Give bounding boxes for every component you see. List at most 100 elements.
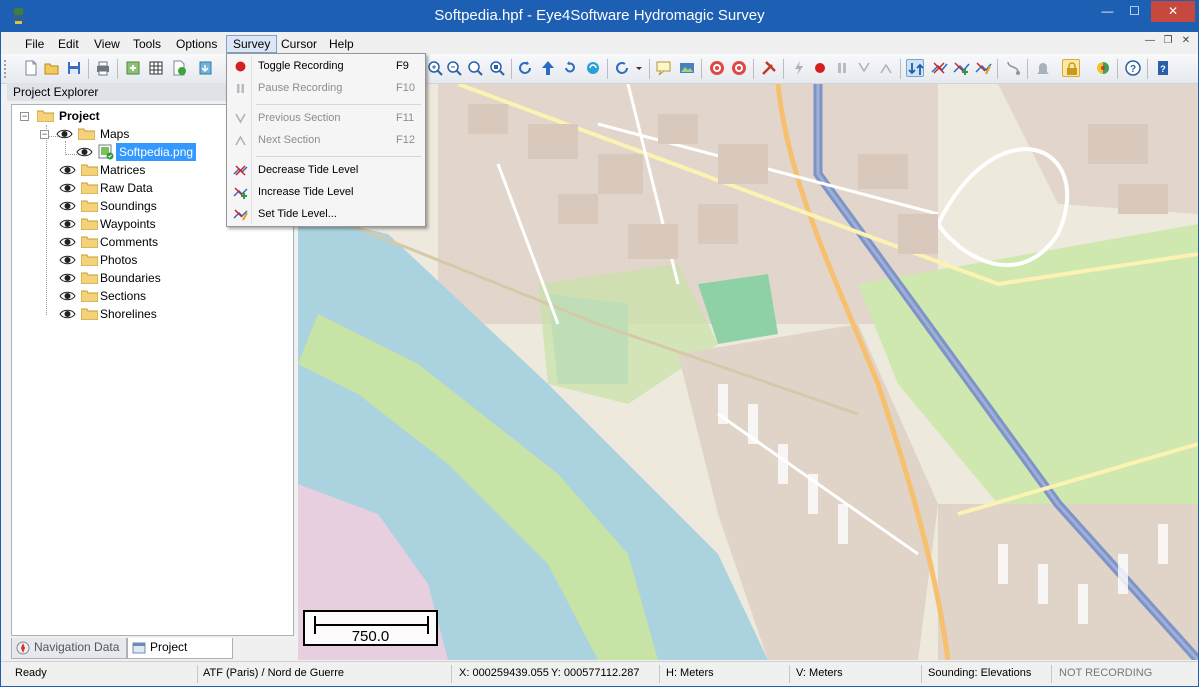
menu-item-previous-section[interactable]: Previous Section F11 xyxy=(229,108,423,129)
rotate-left-icon[interactable] xyxy=(517,59,535,77)
scale-label: 750.0 xyxy=(351,628,390,645)
maximize-button[interactable]: ☐ xyxy=(1121,1,1148,22)
folder-icon xyxy=(37,110,54,122)
tree-node-boundaries[interactable]: Boundaries xyxy=(59,269,279,287)
zoom-in-icon[interactable] xyxy=(426,59,444,77)
target2-icon[interactable] xyxy=(730,59,748,77)
set-tide-icon[interactable] xyxy=(974,59,992,77)
compass-icon xyxy=(16,641,30,655)
grid-icon[interactable] xyxy=(147,59,165,77)
tree-node-label: Shorelines xyxy=(100,307,157,321)
menu-cursor[interactable]: Cursor xyxy=(275,35,323,53)
panel-tabs: Navigation Data Project Explorer xyxy=(11,638,294,673)
menu-help[interactable]: Help xyxy=(323,35,360,53)
folder-icon xyxy=(81,254,98,266)
mdi-close-icon[interactable]: ✕ xyxy=(1179,34,1193,48)
visibility-eye-icon[interactable] xyxy=(59,254,76,266)
explorer-icon xyxy=(132,642,146,654)
tree-node-label: Soundings xyxy=(100,199,157,213)
menu-item-toggle-recording[interactable]: Toggle Recording F9 xyxy=(229,56,423,77)
tree-node-comments[interactable]: Comments xyxy=(59,233,279,251)
record-icon[interactable] xyxy=(811,59,829,77)
visibility-eye-icon[interactable] xyxy=(59,236,76,248)
print-icon[interactable] xyxy=(94,59,112,77)
open-icon[interactable] xyxy=(43,59,61,77)
menu-view[interactable]: View xyxy=(88,35,126,53)
visibility-eye-icon[interactable] xyxy=(59,308,76,320)
new-icon[interactable] xyxy=(22,59,40,77)
mdi-minimize-icon[interactable]: — xyxy=(1143,34,1157,48)
bell-icon[interactable] xyxy=(1034,59,1052,77)
zoom-out-icon[interactable] xyxy=(445,59,463,77)
visibility-eye-icon[interactable] xyxy=(59,218,76,230)
color-icon[interactable] xyxy=(1094,59,1112,77)
decrease-tide-icon xyxy=(233,165,248,176)
tree-node-shorelines[interactable]: Shorelines xyxy=(59,305,279,323)
tab-navigation-data[interactable]: Navigation Data xyxy=(11,638,127,659)
zoom-window-icon[interactable] xyxy=(488,59,506,77)
redo-dropdown-icon[interactable] xyxy=(614,59,644,77)
manual-icon[interactable]: ? xyxy=(1154,59,1172,77)
tree-node-photos[interactable]: Photos xyxy=(59,251,279,269)
increase-tide-icon[interactable] xyxy=(952,59,970,77)
menu-item-increase-tide[interactable]: Increase Tide Level xyxy=(229,182,423,203)
import-icon[interactable] xyxy=(197,59,215,77)
tools-icon[interactable] xyxy=(760,59,778,77)
visibility-eye-icon[interactable] xyxy=(59,164,76,176)
refresh-icon[interactable] xyxy=(561,59,579,77)
map-view[interactable]: 750.0 xyxy=(298,84,1198,660)
sync-icon[interactable] xyxy=(584,59,602,77)
visibility-eye-icon[interactable] xyxy=(76,146,93,158)
previous-section-icon[interactable] xyxy=(855,59,873,77)
menu-item-next-section[interactable]: Next Section F12 xyxy=(229,130,423,151)
lightning-icon[interactable] xyxy=(790,59,808,77)
lock-icon[interactable] xyxy=(1062,59,1080,77)
save-icon[interactable] xyxy=(65,59,83,77)
menu-item-decrease-tide[interactable]: Decrease Tide Level xyxy=(229,160,423,181)
decrease-tide-icon[interactable] xyxy=(930,59,948,77)
folder-icon xyxy=(81,164,98,176)
next-section-icon[interactable] xyxy=(877,59,895,77)
collapse-icon[interactable]: − xyxy=(20,112,29,121)
add-map-icon[interactable] xyxy=(124,59,142,77)
visibility-eye-icon[interactable] xyxy=(59,290,76,302)
menu-survey[interactable]: Survey xyxy=(226,35,278,53)
visibility-eye-icon[interactable] xyxy=(59,200,76,212)
pause-icon[interactable] xyxy=(833,59,851,77)
cable-icon[interactable] xyxy=(1004,59,1022,77)
folder-icon xyxy=(81,200,98,212)
tree-node-label: Maps xyxy=(100,127,130,141)
status-y-coordinate: Y: 000577112.287 xyxy=(551,667,640,679)
help-icon[interactable]: ? xyxy=(1124,59,1142,77)
status-state: Ready xyxy=(15,667,47,679)
folder-icon xyxy=(81,290,98,302)
menu-file[interactable]: File xyxy=(19,35,50,53)
menu-item-set-tide[interactable]: Set Tide Level... xyxy=(229,204,423,225)
visibility-eye-icon[interactable] xyxy=(59,182,76,194)
collapse-icon[interactable]: − xyxy=(40,130,49,139)
comment-icon[interactable] xyxy=(655,59,673,77)
photo-icon[interactable] xyxy=(678,59,696,77)
north-up-icon[interactable] xyxy=(539,59,557,77)
auto-icon[interactable] xyxy=(906,59,924,77)
export-icon[interactable] xyxy=(170,59,188,77)
menu-edit[interactable]: Edit xyxy=(52,35,85,53)
map-image[interactable] xyxy=(298,84,1198,660)
menu-options[interactable]: Options xyxy=(170,35,223,53)
survey-menu: Toggle Recording F9 Pause Recording F10 … xyxy=(226,53,426,227)
close-button[interactable]: ✕ xyxy=(1151,1,1195,22)
title-bar[interactable]: Softpedia.hpf - Eye4Software Hydromagic … xyxy=(1,1,1198,32)
tree-node-label: Matrices xyxy=(100,163,146,177)
zoom-fit-icon[interactable] xyxy=(466,59,484,77)
menu-item-pause-recording[interactable]: Pause Recording F10 xyxy=(229,78,423,99)
tab-project-explorer[interactable]: Project Explorer xyxy=(127,638,233,673)
menu-tools[interactable]: Tools xyxy=(127,35,167,53)
status-bar: Ready ATF (Paris) / Nord de Guerre X: 00… xyxy=(1,661,1198,686)
visibility-eye-icon[interactable] xyxy=(59,272,76,284)
target-icon[interactable] xyxy=(708,59,726,77)
mdi-restore-icon[interactable]: ❐ xyxy=(1161,34,1175,48)
toolbar-grip[interactable] xyxy=(4,60,7,78)
tree-node-sections[interactable]: Sections xyxy=(59,287,279,305)
minimize-button[interactable]: — xyxy=(1094,1,1121,22)
visibility-eye-icon[interactable] xyxy=(56,128,73,140)
